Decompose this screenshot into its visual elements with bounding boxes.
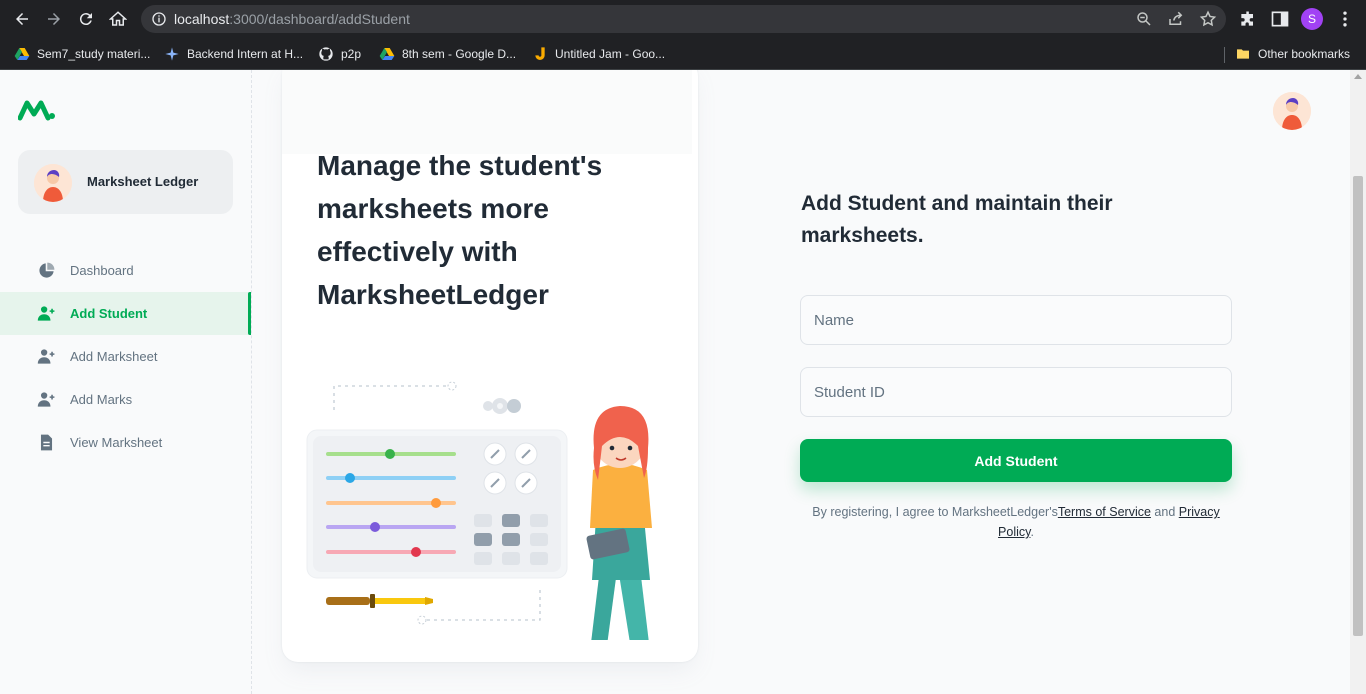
sparkle-icon bbox=[165, 47, 179, 61]
other-bookmarks-label: Other bookmarks bbox=[1258, 47, 1351, 61]
avatar-icon bbox=[1273, 92, 1311, 130]
bookmark-label: Untitled Jam - Goo... bbox=[555, 47, 666, 61]
account-card[interactable]: Marksheet Ledger bbox=[18, 150, 233, 214]
page-content: Marksheet Ledger Dashboard Add Student A… bbox=[0, 70, 1350, 694]
header-backdrop bbox=[282, 70, 692, 154]
sidebar-item-add-student[interactable]: Add Student bbox=[0, 292, 251, 335]
zoom-icon[interactable] bbox=[1135, 10, 1153, 28]
profile-avatar[interactable]: S bbox=[1301, 8, 1323, 30]
person-add-icon bbox=[37, 349, 55, 364]
terms-and: and bbox=[1150, 505, 1179, 519]
bookmarks-bar: Sem7_study materi... Backend Intern at H… bbox=[0, 38, 1366, 70]
jamboard-icon bbox=[535, 47, 545, 60]
terms-text: By registering, I agree to MarksheetLedg… bbox=[800, 502, 1232, 542]
document-icon bbox=[40, 434, 53, 451]
bookmark-label: Backend Intern at H... bbox=[187, 47, 304, 61]
profile-initial: S bbox=[1307, 12, 1316, 26]
folder-icon bbox=[1237, 49, 1249, 59]
bookmark-label: p2p bbox=[341, 47, 362, 61]
screwdriver-icon bbox=[326, 594, 433, 608]
form-heading: Add Student and maintain their marksheet… bbox=[801, 192, 1113, 247]
sidebar-item-add-marks[interactable]: Add Marks bbox=[0, 378, 251, 421]
bookmark-item[interactable]: Sem7_study materi... bbox=[14, 43, 150, 65]
person-add-icon bbox=[37, 306, 55, 321]
account-avatar-button[interactable] bbox=[1273, 92, 1311, 130]
google-drive-icon bbox=[14, 48, 30, 60]
add-student-button[interactable]: Add Student bbox=[800, 439, 1232, 482]
app-logo[interactable] bbox=[18, 98, 56, 122]
sidebar-item-add-marksheet[interactable]: Add Marksheet bbox=[0, 335, 251, 378]
sidebar-item-dashboard[interactable]: Dashboard bbox=[0, 249, 251, 292]
gear-icon bbox=[483, 398, 521, 414]
other-bookmarks[interactable]: Other bookmarks bbox=[1235, 43, 1350, 65]
terms-prefix: By registering, I agree to MarksheetLedg… bbox=[812, 505, 1058, 519]
side-panel-icon[interactable] bbox=[1270, 9, 1290, 29]
bookmark-item[interactable]: Untitled Jam - Goo... bbox=[532, 43, 665, 65]
sidebar-item-label: Add Marksheet bbox=[70, 349, 158, 364]
girl-character bbox=[586, 406, 652, 640]
bookmark-separator bbox=[1224, 47, 1225, 63]
bookmark-label: 8th sem - Google D... bbox=[402, 47, 517, 61]
name-input[interactable] bbox=[800, 295, 1232, 345]
star-icon[interactable] bbox=[1199, 10, 1217, 28]
github-icon bbox=[319, 47, 333, 61]
menu-dots-icon[interactable] bbox=[1335, 9, 1355, 29]
scroll-thumb[interactable] bbox=[1353, 176, 1363, 636]
browser-toolbar: localhost:3000/dashboard/addStudent S bbox=[0, 0, 1366, 38]
address-bar[interactable]: localhost:3000/dashboard/addStudent bbox=[141, 5, 1226, 33]
terms-suffix: . bbox=[1030, 525, 1034, 539]
sidebar-item-label: View Marksheet bbox=[70, 435, 163, 450]
bookmark-item[interactable]: 8th sem - Google D... bbox=[379, 43, 516, 65]
url-text[interactable]: localhost:3000/dashboard/addStudent bbox=[174, 11, 410, 27]
pie-chart-icon bbox=[39, 262, 55, 278]
person-add-icon bbox=[37, 392, 55, 407]
back-arrow-icon[interactable] bbox=[10, 7, 34, 31]
google-drive-icon bbox=[379, 48, 395, 60]
hero-title: Manage the student's marksheets more eff… bbox=[317, 150, 603, 310]
share-icon[interactable] bbox=[1167, 10, 1185, 28]
page-scrollbar[interactable] bbox=[1350, 70, 1366, 694]
sidebar-item-label: Add Student bbox=[70, 306, 148, 321]
sidebar-item-label: Add Marks bbox=[70, 392, 133, 407]
student-id-input[interactable] bbox=[800, 367, 1232, 417]
extensions-icon[interactable] bbox=[1238, 9, 1258, 29]
terms-of-service-link[interactable]: Terms of Service bbox=[1058, 505, 1151, 519]
reload-icon[interactable] bbox=[74, 7, 98, 31]
info-icon[interactable] bbox=[151, 11, 167, 27]
account-name: Marksheet Ledger bbox=[87, 174, 199, 189]
bookmark-item[interactable]: p2p bbox=[318, 43, 361, 65]
avatar bbox=[34, 164, 72, 202]
bookmark-label: Sem7_study materi... bbox=[37, 47, 151, 61]
forward-arrow-icon[interactable] bbox=[42, 7, 66, 31]
sidebar: Marksheet Ledger Dashboard Add Student A… bbox=[0, 70, 252, 694]
sidebar-item-label: Dashboard bbox=[70, 263, 134, 278]
home-icon[interactable] bbox=[106, 7, 130, 31]
dashboard-illustration bbox=[306, 381, 652, 640]
sidebar-item-view-marksheet[interactable]: View Marksheet bbox=[0, 421, 251, 464]
scroll-up-arrow-icon[interactable] bbox=[1354, 74, 1362, 79]
bookmark-item[interactable]: Backend Intern at H... bbox=[164, 43, 303, 65]
